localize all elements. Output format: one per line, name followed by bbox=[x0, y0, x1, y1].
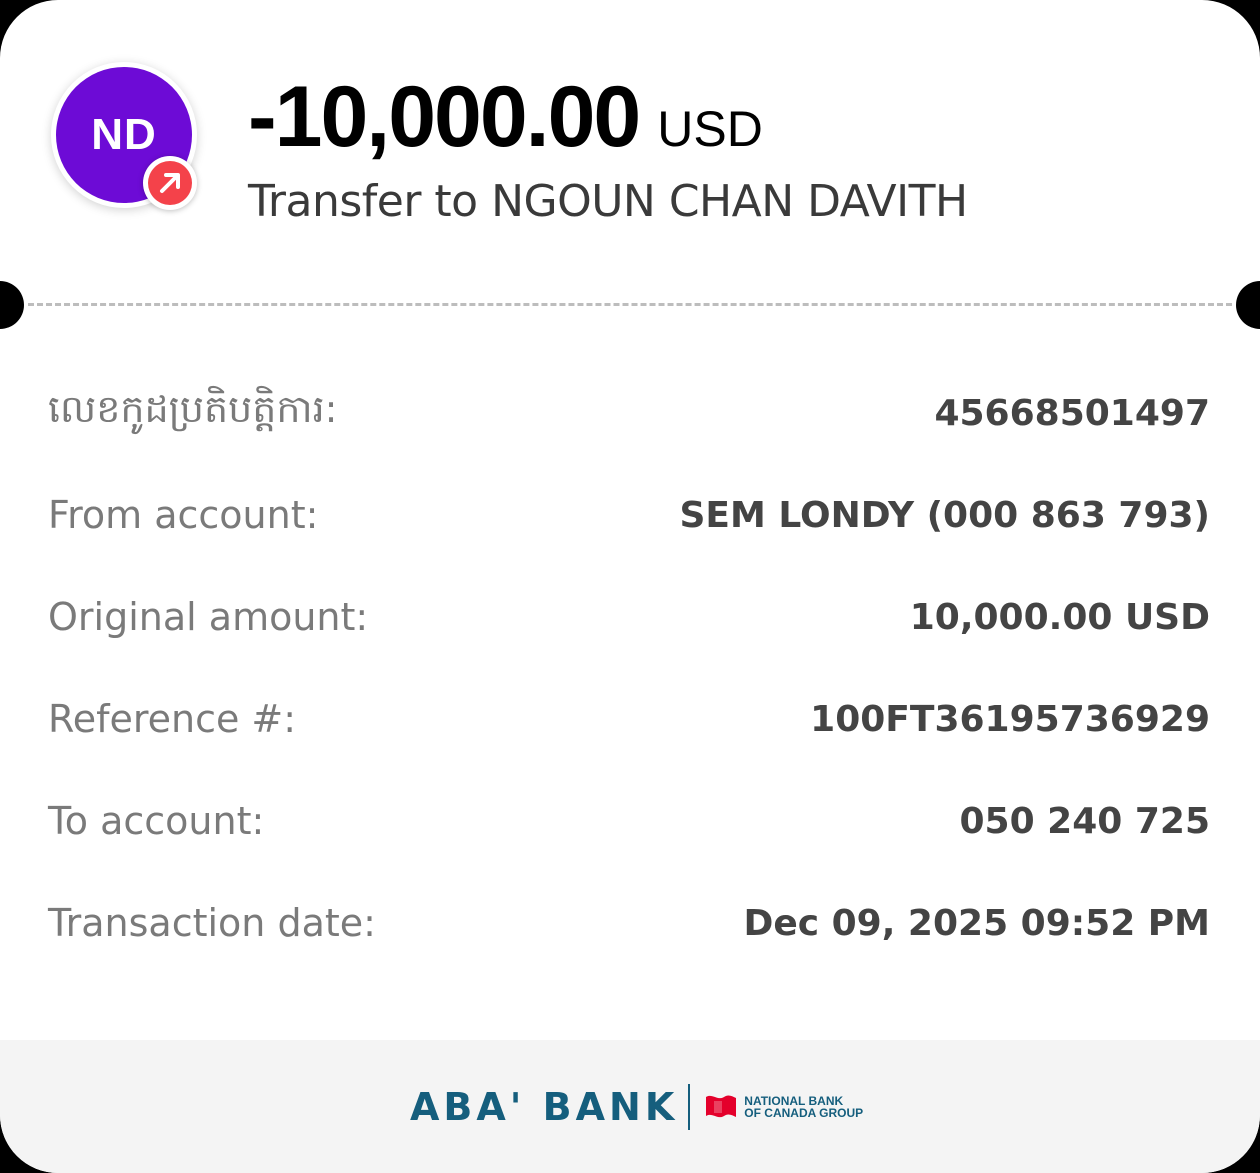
aba-bank-logo: ABA' BANK NATIONAL BANK OF CANADA GROUP bbox=[410, 1083, 863, 1131]
detail-value[interactable]: 100FT36195736929 bbox=[810, 699, 1210, 740]
outgoing-arrow-icon bbox=[160, 173, 180, 193]
transaction-amount: -10,000.00 bbox=[248, 69, 641, 165]
detail-value[interactable]: 45668501497 bbox=[934, 393, 1210, 434]
outgoing-badge bbox=[143, 156, 197, 210]
detail-row-original-amount: Original amount: 10,000.00 USD bbox=[48, 587, 1210, 647]
bank-name: ABA' BANK bbox=[410, 1085, 679, 1129]
detail-row-reference: Reference #: 100FT36195736929 bbox=[48, 689, 1210, 749]
detail-label: Reference #: bbox=[48, 697, 297, 741]
transaction-receipt-card: ND -10,000.00 USD Transfer to NGOUN CHAN… bbox=[0, 0, 1260, 1173]
detail-row-from-account: From account: SEM LONDY (000 863 793) bbox=[48, 485, 1210, 545]
transfer-description: Transfer to NGOUN CHAN DAVITH bbox=[248, 176, 968, 227]
group-name: NATIONAL BANK OF CANADA GROUP bbox=[744, 1095, 863, 1119]
detail-value[interactable]: 10,000.00 USD bbox=[910, 597, 1210, 638]
amount-currency: USD bbox=[657, 101, 763, 157]
detail-row-transaction-id: លេខកូដប្រតិបត្តិការ: 45668501497 bbox=[48, 383, 1210, 443]
detail-row-transaction-date: Transaction date: Dec 09, 2025 09:52 PM bbox=[48, 893, 1210, 953]
detail-label: Original amount: bbox=[48, 595, 369, 639]
detail-label: To account: bbox=[48, 799, 265, 843]
detail-value[interactable]: SEM LONDY (000 863 793) bbox=[679, 495, 1210, 536]
national-bank-flag-icon bbox=[706, 1095, 737, 1118]
ticket-notch-left bbox=[0, 281, 24, 329]
detail-label: From account: bbox=[48, 493, 319, 537]
dashed-divider bbox=[28, 303, 1232, 306]
group-name-line2: OF CANADA GROUP bbox=[744, 1106, 864, 1120]
detail-value[interactable]: 050 240 725 bbox=[959, 801, 1210, 842]
amount-row: -10,000.00 USD bbox=[248, 68, 763, 168]
detail-row-to-account: To account: 050 240 725 bbox=[48, 791, 1210, 851]
detail-label: Transaction date: bbox=[48, 901, 376, 945]
logo-separator bbox=[688, 1084, 691, 1130]
ticket-notch-right bbox=[1236, 281, 1260, 329]
detail-label: លេខកូដប្រតិបត្តិការ: bbox=[48, 387, 338, 431]
detail-value[interactable]: Dec 09, 2025 09:52 PM bbox=[743, 903, 1210, 944]
